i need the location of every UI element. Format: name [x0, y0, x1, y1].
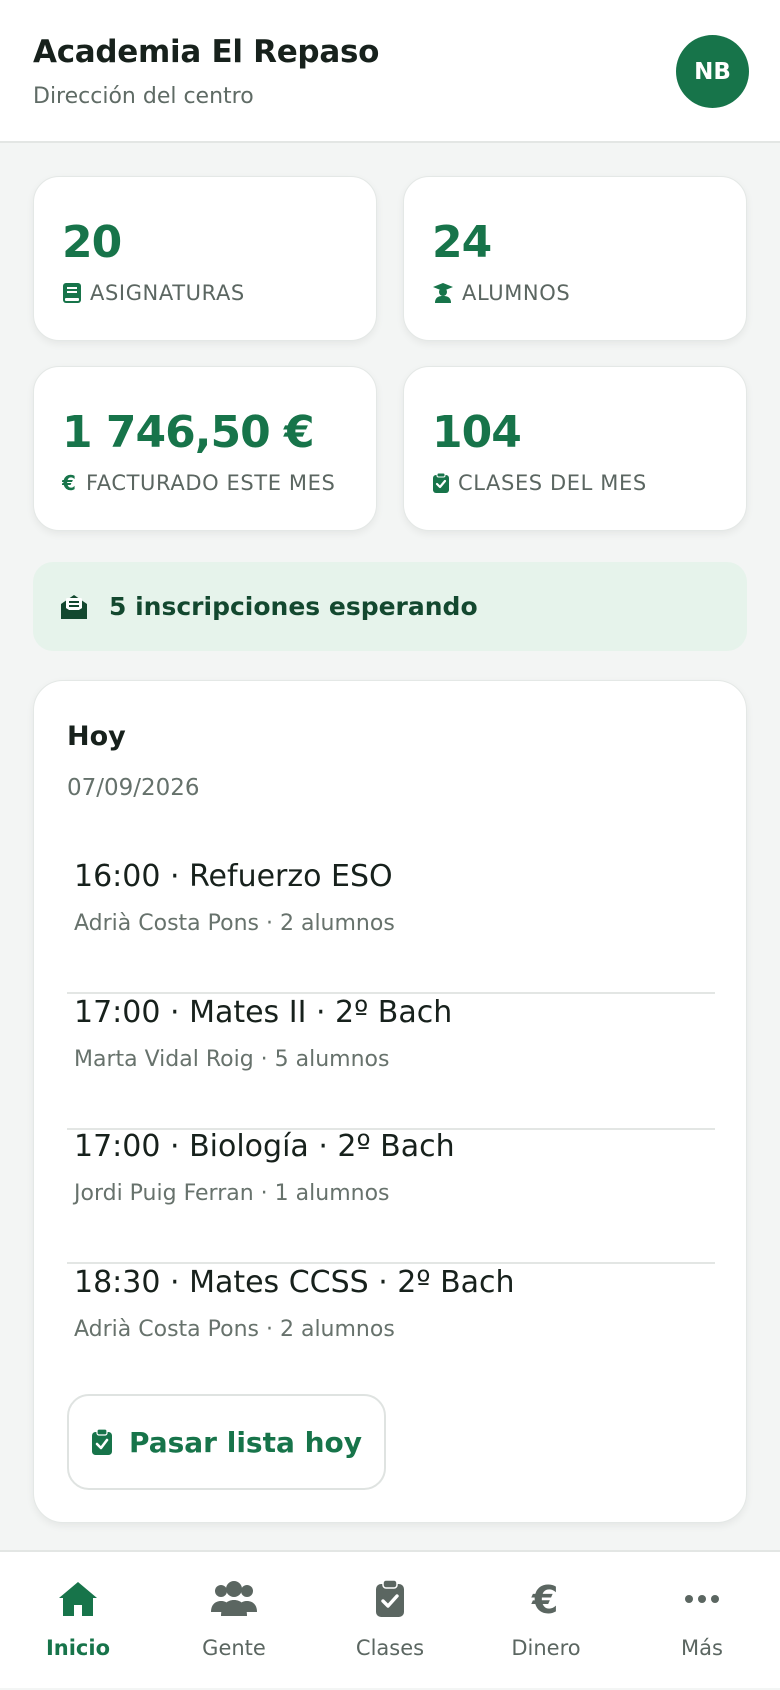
nav-item-gente[interactable]: Gente [156, 1552, 312, 1690]
stat-label-row: € FACTURADO ESTE MES [62, 471, 335, 495]
more-icon [685, 1595, 719, 1603]
class-title: 16:00 · Refuerzo ESO [74, 859, 393, 894]
avatar[interactable]: NB [676, 35, 749, 108]
class-title: 17:00 · Biología · 2º Bach [74, 1129, 455, 1164]
class-details: Jordi Puig Ferran · 1 alumnos [74, 1181, 390, 1206]
app-header: Academia El Repaso Dirección del centro … [0, 0, 780, 143]
pending-enrollments-banner[interactable]: 5 inscripciones esperando [33, 562, 747, 651]
today-date: 07/09/2026 [67, 775, 200, 801]
stat-label-row: ASIGNATURAS [62, 281, 245, 305]
app-title: Academia El Repaso [33, 34, 380, 70]
nav-label: Más [681, 1636, 723, 1660]
stat-label-row: ALUMNOS [432, 281, 570, 305]
class-details: Marta Vidal Roig · 5 alumnos [74, 1047, 390, 1072]
stat-value: 24 [432, 217, 492, 268]
stat-label: ASIGNATURAS [90, 281, 245, 305]
stat-card-classes[interactable]: 104 CLASES DEL MES [403, 366, 747, 531]
euro-icon: € [62, 472, 77, 494]
nav-item-clases[interactable]: Clases [312, 1552, 468, 1690]
clipboard-check-icon [433, 472, 449, 493]
bottom-nav: Inicio Gente Clases € Dinero Más [0, 1550, 780, 1688]
class-row[interactable]: 18:30 · Mates CCSS · 2º Bach Adrià Costa… [67, 1265, 715, 1400]
stat-value: 20 [62, 217, 122, 268]
envelope-open-icon [61, 594, 87, 619]
nav-item-mas[interactable]: Más [624, 1552, 780, 1690]
class-details: Adrià Costa Pons · 2 alumnos [74, 1317, 395, 1342]
stat-label-row: CLASES DEL MES [432, 471, 647, 495]
svg-text:€: € [531, 1579, 558, 1619]
stat-card-subjects[interactable]: 20 ASIGNATURAS [33, 176, 377, 341]
stat-label: ALUMNOS [462, 281, 571, 305]
class-row[interactable]: 16:00 · Refuerzo ESO Adrià Costa Pons · … [67, 859, 715, 994]
nav-label: Inicio [45, 1636, 111, 1660]
stat-value: 104 [432, 407, 522, 458]
class-row[interactable]: 17:00 · Biología · 2º Bach Jordi Puig Fe… [67, 1129, 715, 1264]
nav-item-inicio[interactable]: Inicio [0, 1552, 156, 1690]
stat-card-revenue[interactable]: 1 746,50 € € FACTURADO ESTE MES [33, 366, 377, 531]
take-attendance-label: Pasar lista hoy [128, 1425, 363, 1459]
nav-label: Gente [202, 1636, 266, 1660]
class-title: 18:30 · Mates CCSS · 2º Bach [74, 1265, 515, 1300]
app-subtitle: Dirección del centro [33, 84, 254, 109]
svg-text:€: € [62, 472, 77, 494]
class-title: 17:00 · Mates II · 2º Bach [74, 995, 453, 1030]
euro-icon: € [531, 1579, 558, 1619]
take-attendance-button[interactable]: Pasar lista hoy [67, 1394, 386, 1490]
nav-label: Dinero [511, 1636, 581, 1660]
people-icon [211, 1581, 257, 1616]
class-row[interactable]: 17:00 · Mates II · 2º Bach Marta Vidal R… [67, 995, 715, 1130]
today-title: Hoy [67, 721, 126, 752]
nav-label: Clases [355, 1636, 425, 1660]
clipboard-check-icon [91, 1428, 112, 1455]
banner-text: 5 inscripciones esperando [109, 592, 478, 621]
book-icon [63, 283, 81, 303]
home-icon [59, 1582, 97, 1616]
stat-label: FACTURADO ESTE MES [86, 471, 336, 495]
stat-value: 1 746,50 € [62, 407, 315, 458]
today-card: Hoy 07/09/2026 16:00 · Refuerzo ESO Adri… [33, 680, 747, 1523]
stat-label: CLASES DEL MES [458, 471, 647, 495]
nav-item-dinero[interactable]: € Dinero [468, 1552, 624, 1690]
class-details: Adrià Costa Pons · 2 alumnos [74, 911, 395, 936]
graduate-icon [433, 283, 453, 303]
stat-card-students[interactable]: 24 ALUMNOS [403, 176, 747, 341]
clipboard-check-icon [376, 1579, 404, 1617]
